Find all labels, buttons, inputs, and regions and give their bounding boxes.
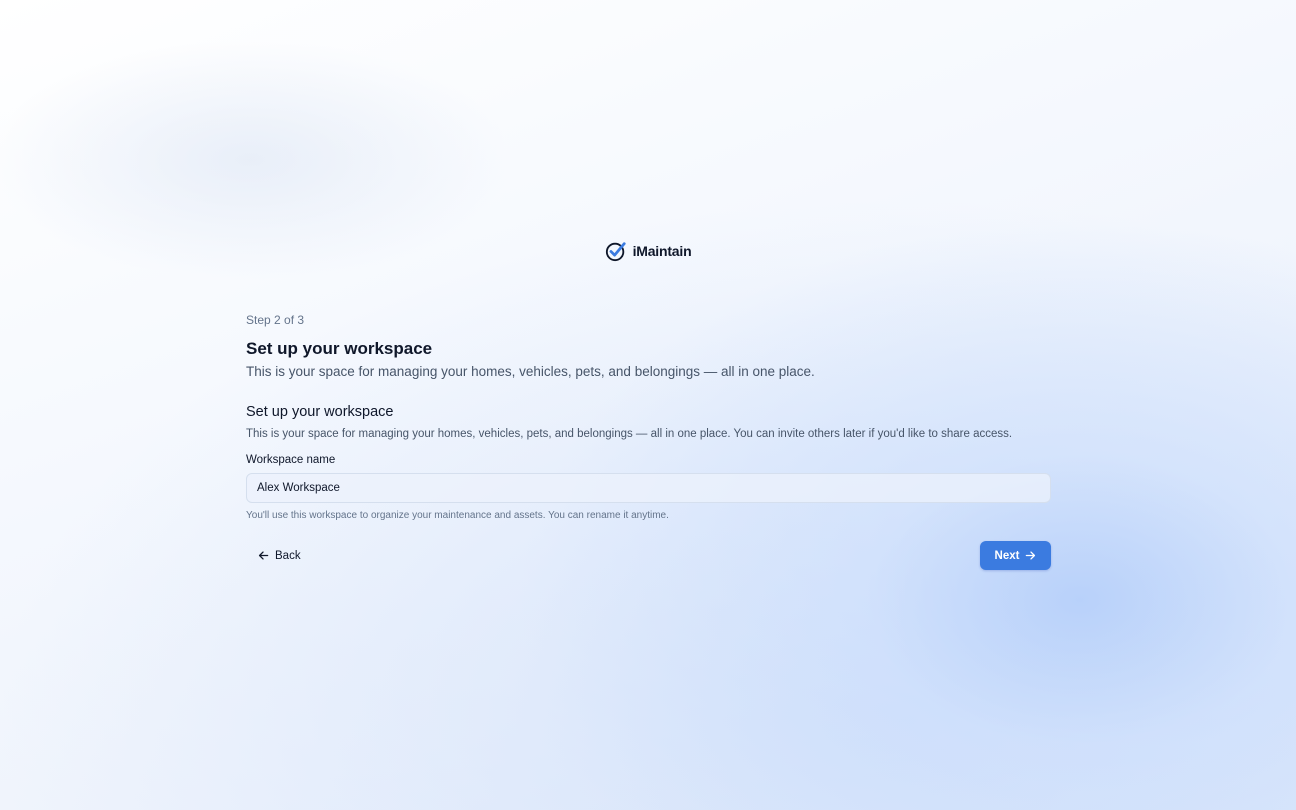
page-title: Set up your workspace [246,339,433,358]
back-button[interactable]: Back [246,541,313,570]
brand-logo: iMaintain [0,240,1296,262]
section-title: Set up your workspace [246,404,394,420]
form-actions: Back Next [246,541,1051,570]
next-button-label: Next [994,549,1020,562]
check-circle-icon [605,242,626,262]
next-button[interactable]: Next [980,541,1051,570]
workspace-name-input[interactable] [246,473,1051,503]
workspace-name-label: Workspace name [246,454,336,466]
step-indicator: Step 2 of 3 [246,313,305,327]
page-subtitle: This is your space for managing your hom… [246,364,815,379]
onboarding-panel: Step 2 of 3 Set up your workspace This i… [246,312,1051,523]
brand-name: iMaintain [632,243,692,259]
arrow-left-icon [258,551,269,560]
workspace-name-helper: You'll use this workspace to organize yo… [246,510,669,521]
section-description: This is your space for managing your hom… [246,428,1013,440]
arrow-right-icon [1026,551,1036,560]
back-button-label: Back [275,549,301,562]
